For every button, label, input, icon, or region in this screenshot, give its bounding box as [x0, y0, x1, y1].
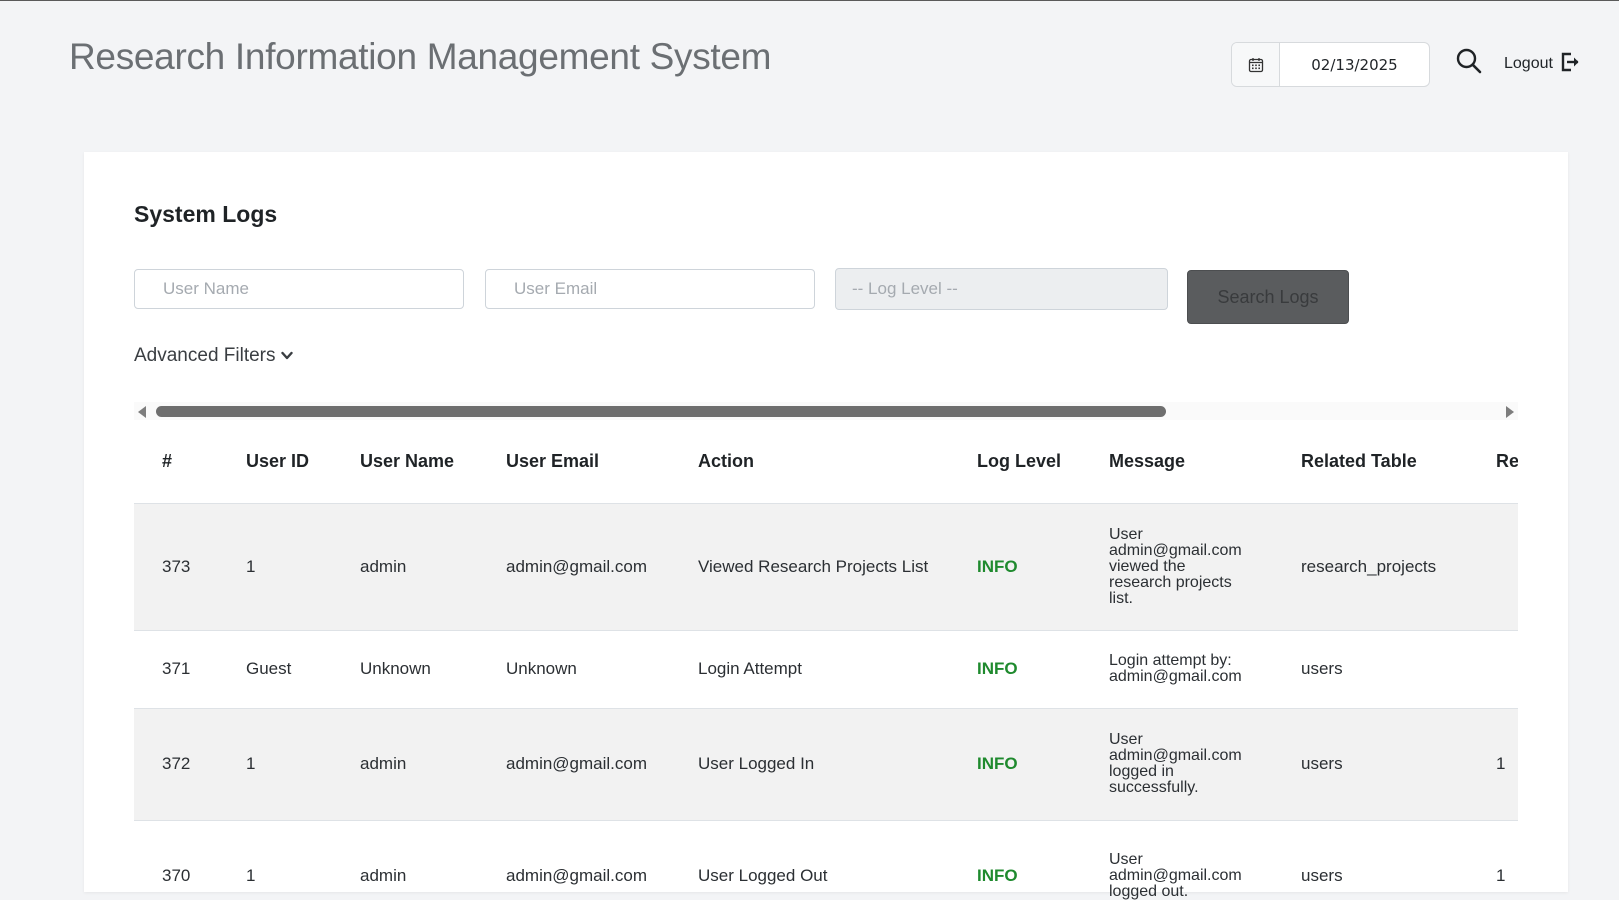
column-header[interactable]: #: [134, 420, 218, 504]
cell-id: 373: [134, 503, 218, 631]
log-level-select[interactable]: -- Log Level --: [835, 268, 1168, 310]
cell-log-level: INFO: [949, 630, 1081, 709]
cell-related-table: users: [1273, 630, 1468, 709]
cell-message: User admin@gmail.com viewed the research…: [1081, 503, 1273, 631]
cell-log-level: INFO: [949, 503, 1081, 631]
horizontal-scrollbar[interactable]: [134, 402, 1518, 420]
log-level-selected: -- Log Level --: [852, 279, 958, 298]
date-value[interactable]: 02/13/2025: [1280, 43, 1429, 86]
cell-user-email: admin@gmail.com: [478, 820, 670, 900]
cell-user-email: admin@gmail.com: [478, 708, 670, 821]
column-header[interactable]: User ID: [218, 420, 332, 504]
table-header-row: # User ID User Name User Email Action Lo…: [134, 420, 1518, 504]
advanced-filters-label: Advanced Filters: [134, 345, 276, 366]
cell-message: User admin@gmail.com logged out.: [1081, 820, 1273, 900]
cell-related-id: 1: [1468, 708, 1518, 821]
table-row[interactable]: 370 1 admin admin@gmail.com User Logged …: [134, 820, 1518, 900]
cell-id: 372: [134, 708, 218, 821]
scroll-left-arrow-icon[interactable]: [138, 406, 146, 418]
app-title: Research Information Management System: [69, 36, 772, 77]
date-picker[interactable]: 02/13/2025: [1231, 42, 1430, 87]
column-header[interactable]: Related Table: [1273, 420, 1468, 504]
cell-user-id: 1: [218, 708, 332, 821]
cell-message: Login attempt by: admin@gmail.com: [1081, 630, 1273, 709]
cell-related-id: [1468, 503, 1518, 631]
table-row[interactable]: 373 1 admin admin@gmail.com Viewed Resea…: [134, 503, 1518, 631]
logout-label: Logout: [1504, 55, 1553, 72]
advanced-filters-toggle[interactable]: Advanced Filters: [134, 345, 293, 367]
logs-table-container: # User ID User Name User Email Action Lo…: [134, 420, 1518, 900]
logout-button[interactable]: Logout: [1504, 52, 1581, 76]
cell-id: 371: [134, 630, 218, 709]
cell-related-table: users: [1273, 708, 1468, 821]
cell-user-email: Unknown: [478, 630, 670, 709]
cell-user-name: admin: [332, 503, 478, 631]
column-header[interactable]: Message: [1081, 420, 1273, 504]
column-header[interactable]: Log Level: [949, 420, 1081, 504]
search-logs-button[interactable]: Search Logs: [1187, 270, 1349, 324]
cell-action: Login Attempt: [670, 630, 949, 709]
cell-related-id: [1468, 630, 1518, 709]
cell-user-name: admin: [332, 820, 478, 900]
cell-log-level: INFO: [949, 708, 1081, 821]
cell-id: 370: [134, 820, 218, 900]
cell-user-id: 1: [218, 820, 332, 900]
chevron-down-icon: [280, 345, 293, 367]
table-row[interactable]: 372 1 admin admin@gmail.com User Logged …: [134, 708, 1518, 821]
cell-message: User admin@gmail.com logged in successfu…: [1081, 708, 1273, 821]
cell-related-table: users: [1273, 820, 1468, 900]
cell-user-id: Guest: [218, 630, 332, 709]
card-title: System Logs: [134, 201, 278, 227]
scrollbar-thumb[interactable]: [156, 406, 1166, 417]
cell-log-level: INFO: [949, 820, 1081, 900]
cell-action: User Logged In: [670, 708, 949, 821]
cell-related-id: 1: [1468, 820, 1518, 900]
user-name-input[interactable]: [134, 269, 464, 309]
top-border: [0, 0, 1619, 1]
cell-user-name: admin: [332, 708, 478, 821]
cell-action: User Logged Out: [670, 820, 949, 900]
cell-action: Viewed Research Projects List: [670, 503, 949, 631]
calendar-icon[interactable]: [1232, 43, 1280, 86]
system-logs-card: System Logs -- Log Level -- Search Logs …: [84, 152, 1568, 900]
column-header[interactable]: Re: [1468, 420, 1518, 504]
column-header[interactable]: User Name: [332, 420, 478, 504]
cell-user-name: Unknown: [332, 630, 478, 709]
cell-related-table: research_projects: [1273, 503, 1468, 631]
logout-icon: [1559, 51, 1581, 78]
cell-user-id: 1: [218, 503, 332, 631]
scroll-right-arrow-icon[interactable]: [1506, 406, 1514, 418]
logs-table: # User ID User Name User Email Action Lo…: [134, 420, 1518, 900]
column-header[interactable]: Action: [670, 420, 949, 504]
cell-user-email: admin@gmail.com: [478, 503, 670, 631]
search-icon[interactable]: [1455, 47, 1483, 75]
user-email-input[interactable]: [485, 269, 815, 309]
column-header[interactable]: User Email: [478, 420, 670, 504]
table-row[interactable]: 371 Guest Unknown Unknown Login Attempt …: [134, 630, 1518, 709]
